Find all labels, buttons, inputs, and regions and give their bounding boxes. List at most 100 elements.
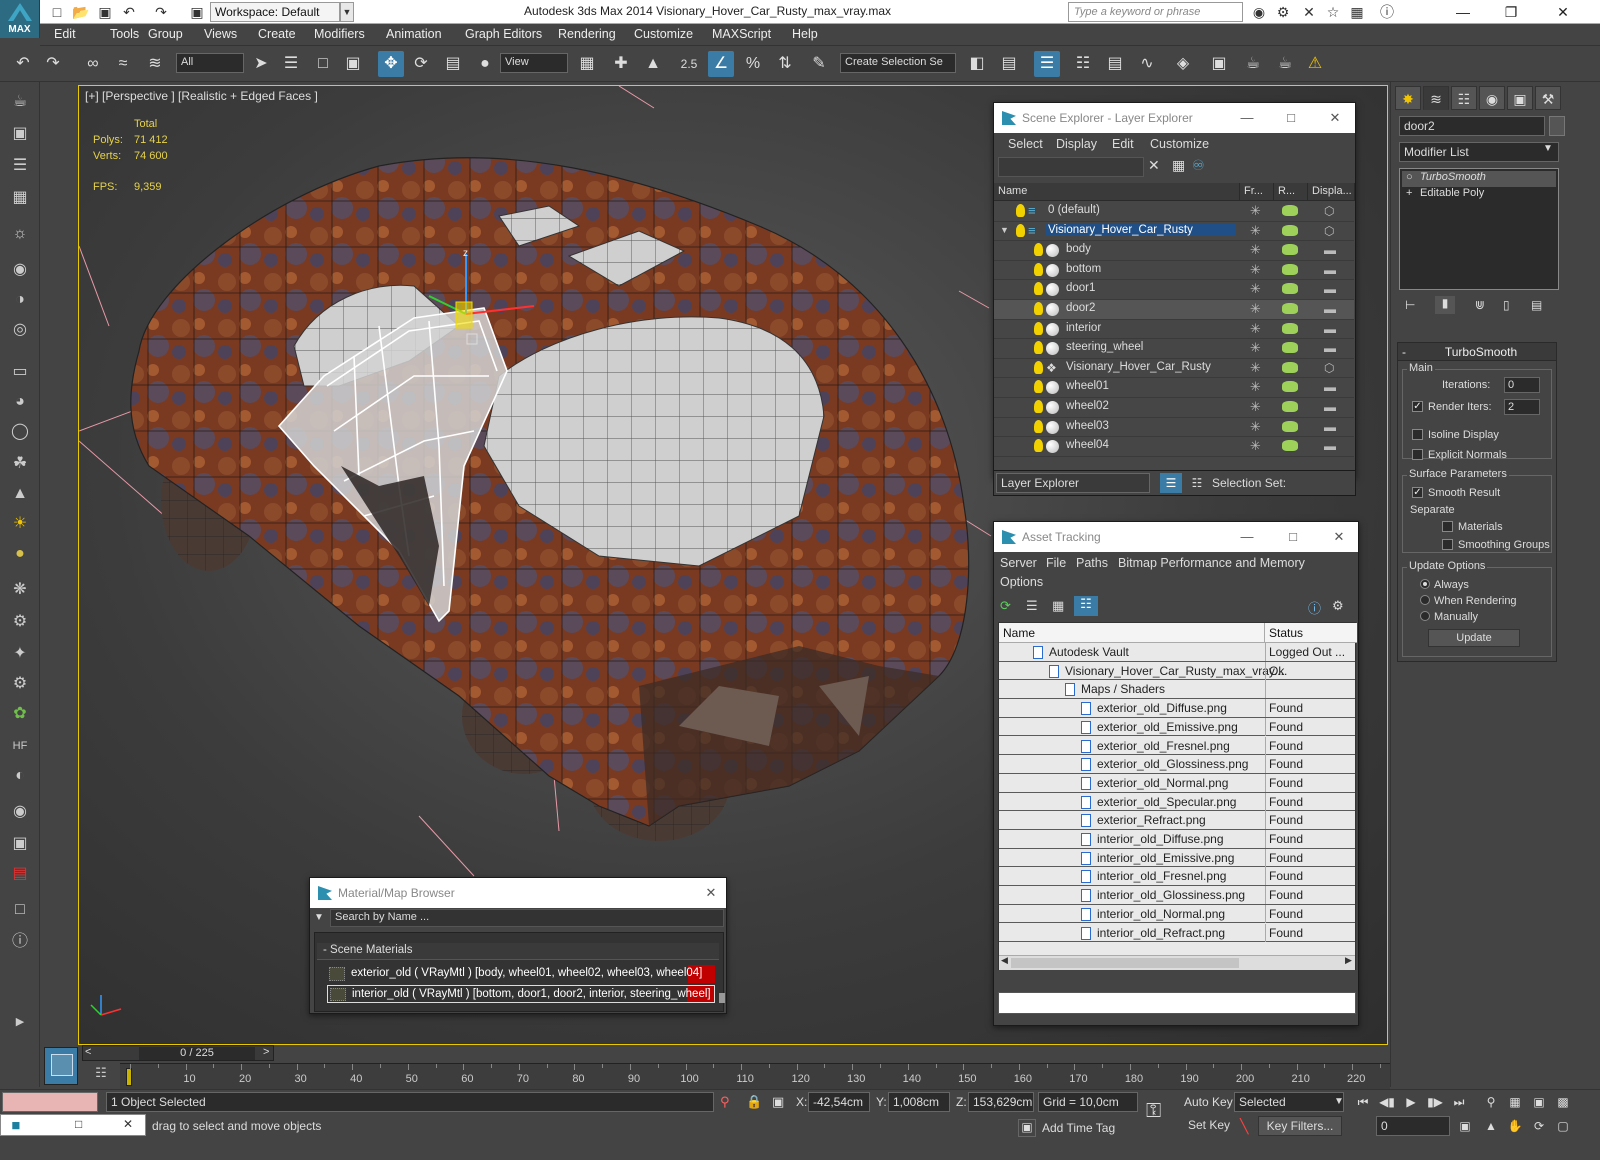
scene-materials-group[interactable]: - Scene Materials	[317, 943, 719, 960]
layer-row[interactable]: wheel04 ✳ ▬	[994, 437, 1354, 457]
zoom-icon[interactable]: ⚲	[1480, 1092, 1502, 1112]
select-manipulate-icon[interactable]: ✚	[608, 51, 634, 77]
render-setup-icon[interactable]: ☕	[1240, 51, 1266, 77]
hierarchy-icon[interactable]: ☷	[1186, 473, 1208, 493]
configure-sets-icon[interactable]: ▤	[1531, 298, 1542, 312]
material-browser-title[interactable]: Material/Map Browser	[310, 878, 726, 908]
maximize-icon[interactable]: □	[1278, 526, 1308, 548]
light-bulb-icon[interactable]	[1034, 400, 1043, 413]
keyboard-shortcut-icon[interactable]: ▲	[640, 51, 666, 77]
lock-icon[interactable]: 🔒	[746, 1094, 762, 1110]
material-item-exterior[interactable]: exterior_old ( VRayMtl ) [body, wheel01,…	[327, 965, 715, 983]
asset-row[interactable]: exterior_Refract.png Found	[999, 811, 1355, 830]
create-tab-icon[interactable]: ✸	[1395, 86, 1421, 110]
set-key-icon[interactable]: ╲	[1240, 1118, 1248, 1135]
menu-item-customize[interactable]: Customize	[634, 27, 693, 41]
menu-item-modifiers[interactable]: Modifiers	[314, 27, 365, 41]
asset-row[interactable]: exterior_old_Normal.png Found	[999, 773, 1355, 793]
schematic-view-icon[interactable]: ◈	[1170, 51, 1196, 77]
zoom-extents-icon[interactable]: ▣	[1528, 1092, 1550, 1112]
asset-row[interactable]: interior_old_Glossiness.png Found	[999, 886, 1355, 905]
current-frame-field[interactable]: 0	[1376, 1116, 1450, 1136]
percent-snap-icon[interactable]: %	[740, 51, 766, 77]
hair-icon[interactable]: HF	[6, 734, 34, 758]
key-mode-dropdown[interactable]: Selected	[1234, 1092, 1344, 1112]
zoom-all-icon[interactable]: ▦	[1504, 1092, 1526, 1112]
explorer-menu-select[interactable]: Select	[1008, 137, 1043, 151]
scale-icon[interactable]: ◐	[6, 764, 34, 788]
display-mode-icon[interactable]: ▬	[1324, 420, 1336, 434]
menu-item-help[interactable]: Help	[792, 27, 818, 41]
keyword-search-input[interactable]: Type a keyword or phrase	[1068, 2, 1243, 22]
menu-item-group[interactable]: Group	[148, 27, 183, 41]
maxscript-listener[interactable]	[2, 1092, 98, 1112]
explorer-menu-edit[interactable]: Edit	[1112, 137, 1134, 151]
x-coordinate-field[interactable]: -42,54cm	[808, 1092, 870, 1112]
display-mode-icon[interactable]: ▬	[1324, 302, 1336, 316]
undo-icon[interactable]: ↶	[10, 51, 36, 77]
show-end-result-icon[interactable]: ▮	[1435, 296, 1455, 314]
layer-row[interactable]: wheel02 ✳ ▬	[994, 398, 1354, 418]
asset-row[interactable]: exterior_old_Fresnel.png Found	[999, 736, 1355, 756]
render-icon[interactable]: ▣	[6, 122, 34, 146]
layer-row[interactable]: ❖ Visionary_Hover_Car_Rusty ✳ ⬡	[994, 359, 1354, 379]
play-script-icon[interactable]: ▶	[6, 1010, 34, 1034]
edit-named-selection-icon[interactable]: ✎	[806, 51, 832, 77]
display-mode-icon[interactable]: ▬	[1324, 243, 1336, 257]
asset-row[interactable]: Maps / Shaders	[999, 680, 1355, 700]
align-icon[interactable]: ▤	[996, 51, 1022, 77]
light-bulb-icon[interactable]	[1034, 282, 1043, 296]
asset-row[interactable]: interior_old_Fresnel.png Found	[999, 867, 1355, 887]
workspace-dropdown[interactable]: Workspace: Default	[210, 2, 340, 22]
horizontal-scrollbar[interactable]: ◀ ▶	[999, 955, 1355, 970]
display-mode-icon[interactable]: ⬡	[1324, 361, 1334, 375]
go-to-start-icon[interactable]: ⏮	[1352, 1092, 1374, 1112]
viewport-label[interactable]: [+] [Perspective ] [Realistic + Edged Fa…	[85, 89, 318, 103]
light-bulb-icon[interactable]	[1034, 243, 1043, 257]
key-filters-button[interactable]: Key Filters...	[1258, 1116, 1342, 1136]
table-view-icon[interactable]: ☷	[1074, 596, 1098, 616]
play-icon[interactable]: ▶	[1400, 1092, 1422, 1112]
asset-row[interactable]: exterior_old_Emissive.png Found	[999, 717, 1355, 737]
time-cursor[interactable]	[126, 1068, 132, 1086]
film-icon[interactable]: ◎	[6, 318, 34, 342]
asset-row[interactable]: exterior_old_Glossiness.png Found	[999, 755, 1355, 774]
freeze-icon[interactable]: ✳	[1250, 203, 1261, 219]
freeze-icon[interactable]: ✳	[1250, 379, 1261, 395]
render-teapot-icon[interactable]	[1282, 244, 1298, 256]
render-teapot-icon[interactable]	[1282, 381, 1298, 393]
freeze-icon[interactable]: ✳	[1250, 281, 1261, 297]
time-config-icon[interactable]: ▣	[1454, 1116, 1476, 1136]
pin-stack-icon[interactable]: ⊢	[1405, 298, 1415, 312]
menu-item-create[interactable]: Create	[258, 27, 296, 41]
stack-item-turbosmooth[interactable]: ○ TurboSmooth	[1402, 171, 1556, 187]
freeze-icon[interactable]: ✳	[1250, 399, 1261, 415]
light-bulb-icon[interactable]	[1034, 302, 1043, 315]
light-bulb-icon[interactable]	[1016, 223, 1025, 237]
new-file-icon[interactable]: □	[48, 3, 66, 21]
close-icon[interactable]: ✕	[1320, 107, 1350, 129]
column-asset-name[interactable]: Name	[999, 623, 1265, 643]
layer-row[interactable]: interior ✳ ▬	[994, 320, 1354, 340]
rect-selection-icon[interactable]: □	[310, 51, 336, 77]
gear-icon[interactable]: ⚙	[6, 672, 34, 696]
minimize-icon[interactable]: —	[1232, 526, 1262, 548]
turbosmooth-rollout-header[interactable]: - TurboSmooth	[1398, 343, 1556, 361]
light-bulb-icon[interactable]	[1034, 360, 1043, 374]
layers-icon[interactable]: ☰	[1160, 473, 1182, 493]
next-frame-icon[interactable]: ▮▶	[1424, 1092, 1446, 1112]
asset-row[interactable]: interior_old_Emissive.png Found	[999, 848, 1355, 868]
sphere-light-icon[interactable]: ◯	[6, 420, 34, 444]
render-teapot-icon[interactable]	[1282, 263, 1298, 275]
layer-row[interactable]: door1 ✳ ▬	[994, 280, 1354, 300]
explicit-normals-checkbox[interactable]	[1412, 449, 1423, 460]
object-name-field[interactable]: door2	[1399, 116, 1545, 136]
y-coordinate-field[interactable]: 1,008cm	[888, 1092, 950, 1112]
find-icon[interactable]: ▦	[1172, 157, 1185, 174]
when-rendering-radio[interactable]	[1420, 595, 1430, 605]
asset-menu-bitmap-performance-and-memory[interactable]: Bitmap Performance and Memory	[1118, 556, 1305, 570]
asset-row[interactable]: exterior_old_Specular.png Found	[999, 792, 1355, 812]
select-by-name-icon[interactable]: ☰	[278, 51, 304, 77]
menu-item-tools[interactable]: Tools	[110, 27, 139, 41]
render-iters-checkbox[interactable]: ✓	[1412, 401, 1423, 412]
